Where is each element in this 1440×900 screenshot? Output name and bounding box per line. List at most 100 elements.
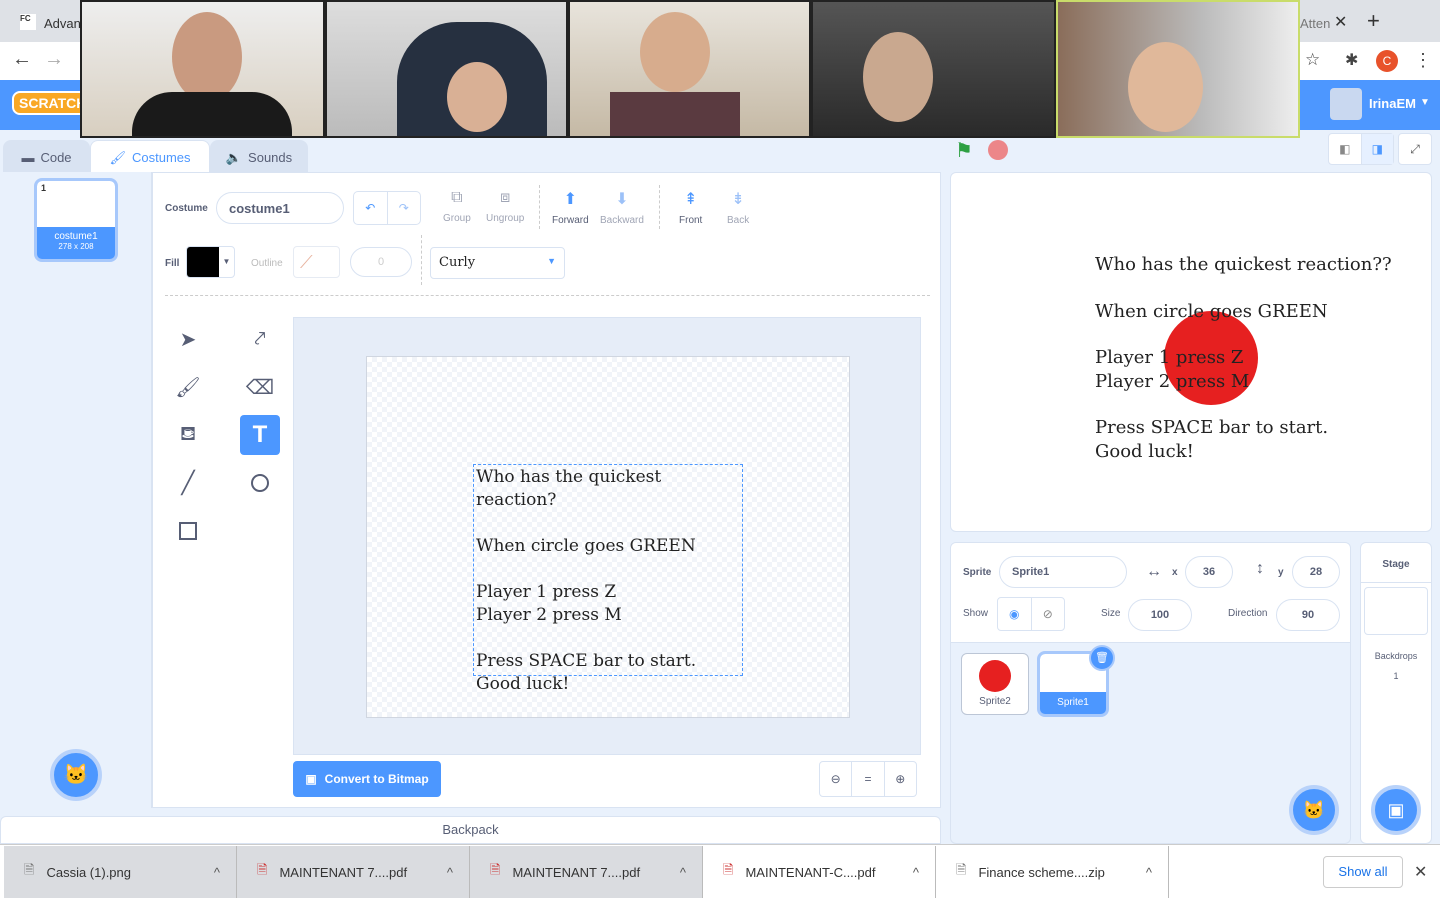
username[interactable]: IrinaEM <box>1369 96 1416 111</box>
stage[interactable]: Who has the quickest reaction?? When cir… <box>950 172 1432 532</box>
text-tool-icon[interactable]: T <box>240 415 280 455</box>
sprite-pane: Sprite Sprite1 ↔ x 36 ↕ y 28 Show ◉ ⊘ Si… <box>950 542 1351 844</box>
chevron-up-icon: ^ <box>446 864 453 880</box>
image-icon: ▣ <box>305 772 317 786</box>
delete-sprite-icon[interactable]: 🗑 <box>1089 645 1115 671</box>
x-input[interactable]: 36 <box>1185 556 1233 588</box>
pdf-icon: 🗎 <box>490 862 501 877</box>
chevron-up-icon: ^ <box>679 864 686 880</box>
green-flag-icon[interactable]: ⚑ <box>955 138 973 163</box>
download-item[interactable]: 🗎 MAINTENANT-C....pdf ^ <box>703 846 936 898</box>
star-icon[interactable]: ☆ <box>1305 50 1320 70</box>
download-item[interactable]: 🗎 MAINTENANT 7....pdf ^ <box>237 846 470 898</box>
zoom-reset-icon[interactable]: = <box>852 762 885 796</box>
video-tile-1 <box>80 0 325 138</box>
video-tile-3 <box>568 0 811 138</box>
chevron-down-icon[interactable]: ▼ <box>1420 97 1430 108</box>
costume-item[interactable]: 1 costume1 278 x 208 <box>34 178 118 262</box>
pdf-icon: 🗎 <box>257 862 268 877</box>
back-icon: ⇟ <box>731 191 745 208</box>
close-downloads-icon[interactable]: ✕ <box>1414 862 1427 882</box>
direction-input[interactable]: 90 <box>1276 599 1340 631</box>
profile-avatar[interactable]: C <box>1376 50 1398 72</box>
costume-name-input[interactable]: costume1 <box>216 192 344 224</box>
download-item[interactable]: 🗎 MAINTENANT 7....pdf ^ <box>470 846 703 898</box>
small-stage-button[interactable]: ◧ <box>1329 134 1362 164</box>
back-button[interactable]: ⇟ Back <box>727 189 749 226</box>
new-tab-icon[interactable]: + <box>1367 8 1380 34</box>
tab-costumes[interactable]: 🖌 Costumes <box>90 140 210 174</box>
brush-icon: 🖌 <box>109 149 126 165</box>
pdf-icon: 🗎 <box>723 862 734 877</box>
vertical-arrows-icon: ↕ <box>1256 560 1264 577</box>
stage-size-toggle: ◧ ◨ <box>1328 133 1394 165</box>
size-input[interactable]: 100 <box>1128 599 1192 631</box>
convert-to-bitmap-button[interactable]: ▣ Convert to Bitmap <box>293 761 441 797</box>
circle-tool-icon[interactable] <box>240 463 280 503</box>
download-item[interactable]: 🗎 Finance scheme....zip ^ <box>936 846 1169 898</box>
fill-tool-icon[interactable]: ⛾ <box>168 415 208 455</box>
paint-editor: Costume costume1 ↶ ↷ ⧉ Group ⧈ Ungroup ⬆ Fo… <box>152 172 941 808</box>
tab-code[interactable]: ▬ Code <box>3 140 90 174</box>
zoom-in-icon[interactable]: ⊕ <box>885 762 916 796</box>
show-eye-icon[interactable]: ◉ <box>998 598 1032 630</box>
ungroup-button[interactable]: ⧈ Ungroup <box>486 189 524 224</box>
backward-icon: ⬇ <box>615 191 629 208</box>
choose-sprite-button[interactable]: 🐱 <box>1289 785 1339 835</box>
choose-costume-button[interactable]: 🐱 <box>50 749 102 801</box>
extensions-icon[interactable]: ✱ <box>1345 50 1358 70</box>
canvas-area[interactable]: Who has the quickest reaction? When circ… <box>293 317 921 755</box>
stop-icon[interactable] <box>988 140 1008 160</box>
stage-thumbnail <box>1364 587 1428 635</box>
fill-color-picker[interactable]: ▼ <box>186 246 235 278</box>
reshape-tool-icon[interactable]: ⤤ <box>240 319 280 359</box>
canvas[interactable]: Who has the quickest reaction? When circ… <box>366 356 850 718</box>
eraser-tool-icon[interactable]: ⌫ <box>240 367 280 407</box>
tab-sounds[interactable]: 🔈 Sounds <box>210 140 308 174</box>
chevron-up-icon: ^ <box>1145 864 1152 880</box>
code-icon: ▬ <box>21 150 35 165</box>
forward-icon: ⬆ <box>563 191 578 208</box>
hide-eye-icon[interactable]: ⊘ <box>1032 598 1065 630</box>
stage-text: Who has the quickest reaction?? When cir… <box>1095 254 1392 462</box>
forward-button[interactable]: ⬆ Forward <box>552 189 589 226</box>
download-item[interactable]: 🗎 Cassia (1).png ^ <box>4 846 237 898</box>
user-avatar[interactable] <box>1330 88 1362 120</box>
fullscreen-button[interactable]: ⤢ <box>1398 133 1432 165</box>
undo-icon[interactable]: ↶ <box>354 192 388 224</box>
close-tab-icon[interactable]: ✕ <box>1334 12 1347 32</box>
costume-size: 278 x 208 <box>58 242 94 251</box>
chevron-up-icon: ^ <box>912 864 919 880</box>
outline-width-input[interactable]: 0 <box>350 247 412 277</box>
rectangle-tool-icon[interactable] <box>168 511 208 551</box>
browser-tab-left[interactable]: Advan <box>44 16 81 31</box>
video-tile-5-active <box>1056 0 1300 138</box>
font-dropdown[interactable]: Curly ▼ <box>430 247 565 279</box>
show-all-button[interactable]: Show all <box>1323 856 1403 888</box>
ungroup-icon: ⧈ <box>500 189 511 206</box>
browser-tab-right[interactable]: Atten <box>1300 16 1330 31</box>
backpack[interactable]: Backpack <box>0 816 941 844</box>
outline-color-picker[interactable]: ⟋ <box>293 246 340 278</box>
normal-stage-button[interactable]: ◨ <box>1361 134 1393 164</box>
text-box[interactable]: Who has the quickest reaction? When circ… <box>473 464 743 694</box>
line-tool-icon[interactable]: ╱ <box>168 463 208 503</box>
redo-icon[interactable]: ↷ <box>388 192 421 224</box>
menu-icon[interactable]: ⋮ <box>1414 50 1432 71</box>
brush-tool-icon[interactable]: 🖌 <box>168 367 208 407</box>
back-icon[interactable]: ← <box>12 48 32 71</box>
forward-icon[interactable]: → <box>44 48 64 71</box>
zip-icon: 🗎 <box>956 862 967 877</box>
group-button[interactable]: ⧉ Group <box>443 189 471 224</box>
select-tool-icon[interactable]: ➤ <box>168 319 208 359</box>
sprite-tile-sprite2[interactable]: Sprite2 <box>961 653 1029 715</box>
y-input[interactable]: 28 <box>1292 556 1340 588</box>
choose-backdrop-button[interactable]: ▣ <box>1371 785 1421 835</box>
front-icon: ⇞ <box>683 191 698 208</box>
front-button[interactable]: ⇞ Front <box>679 189 702 226</box>
stage-selector[interactable]: Stage Backdrops 1 ▣ <box>1360 542 1432 844</box>
sprite-name-input[interactable]: Sprite1 <box>999 556 1127 588</box>
backward-button[interactable]: ⬇ Backward <box>600 189 644 226</box>
costume-name: costume1 <box>54 231 98 242</box>
zoom-out-icon[interactable]: ⊖ <box>820 762 853 796</box>
